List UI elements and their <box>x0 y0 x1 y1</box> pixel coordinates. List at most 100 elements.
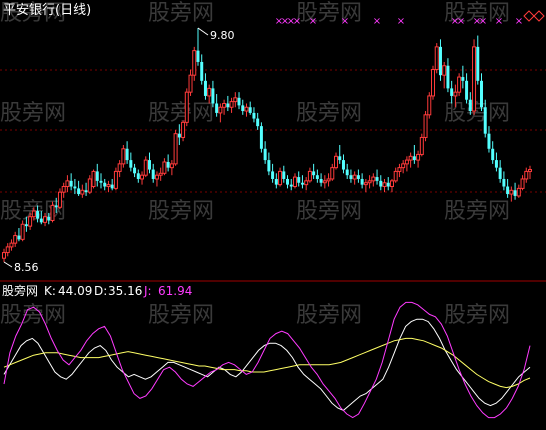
candle-body-down <box>259 126 263 149</box>
signal-marker: × <box>293 16 301 27</box>
signal-marker: × <box>495 16 503 27</box>
candle-body-up <box>2 252 6 259</box>
candle-body-down <box>129 160 133 168</box>
candle-body-up <box>13 235 18 244</box>
signal-marker: × <box>309 16 317 27</box>
signal-marker: × <box>373 16 381 27</box>
candle-body-down <box>103 182 107 187</box>
candle-body-up <box>416 153 421 161</box>
candle-body-up <box>31 210 36 218</box>
candle-body-down <box>412 156 416 161</box>
candle-body-down <box>95 171 99 181</box>
candle-body-up <box>434 46 439 71</box>
candle-body-down <box>237 97 241 106</box>
candle-body-up <box>9 242 14 248</box>
candle-body-up <box>472 46 477 112</box>
candle-body-up <box>233 97 238 103</box>
candle-body-down <box>196 50 200 62</box>
low-price-label: 8.56 <box>14 261 39 274</box>
candle-body-up <box>143 159 148 176</box>
candle-body-up <box>154 174 159 180</box>
candle-body-down <box>125 148 129 161</box>
candle-body-down <box>274 178 278 185</box>
candle-body-up <box>140 174 145 180</box>
candle-body-up <box>292 176 297 188</box>
candle-body-up <box>43 216 48 223</box>
candle-body-up <box>278 170 283 186</box>
watermark-text: 股旁网 <box>444 101 510 126</box>
candle-body-down <box>267 160 271 172</box>
candle-body-up <box>516 187 521 197</box>
candle-body-down <box>252 112 256 119</box>
candle-body-up <box>528 169 532 172</box>
candle-body-down <box>203 80 207 96</box>
signal-marker: × <box>397 16 405 27</box>
candle-body-up <box>80 189 85 195</box>
candle-body-down <box>286 178 290 185</box>
candle-body-down <box>450 88 454 96</box>
candle-body-down <box>151 169 155 179</box>
candle-body-down <box>263 148 267 161</box>
candle-body-up <box>401 163 406 169</box>
candle-body-up <box>173 133 178 165</box>
candle-body-up <box>121 148 126 165</box>
candle-body-down <box>341 160 345 170</box>
candle-body-down <box>282 171 286 179</box>
candle-body-up <box>509 189 514 195</box>
candle-body-up <box>330 167 335 180</box>
candle-body-down <box>133 167 137 174</box>
candle-body-up <box>28 216 33 227</box>
candle-body-down <box>375 177 379 181</box>
candle-body-down <box>297 177 301 183</box>
candle-body-up <box>397 167 402 172</box>
candle-body-down <box>461 77 465 81</box>
candle-body-up <box>334 155 339 169</box>
candle-body-up <box>427 95 432 116</box>
candle-body-up <box>158 172 163 176</box>
candle-body-down <box>99 180 103 183</box>
chart-canvas: 股旁网 股旁网 股旁网 股旁网股旁网 股旁网 股旁网 股旁网股旁网 股旁网 股旁网股旁网 股旁网股… <box>0 0 546 426</box>
candle-body-down <box>465 80 469 100</box>
candle-body-up <box>91 170 96 188</box>
high-price-label: 9.80 <box>210 29 235 42</box>
candle-body-up <box>520 178 525 189</box>
candle-body-up <box>162 161 167 174</box>
candle-body-up <box>87 178 92 193</box>
candle-body-down <box>215 103 219 113</box>
candle-body-up <box>207 87 212 97</box>
kdj-k-value: 44.09 <box>58 284 93 298</box>
kdj-panel-name: 股旁网 <box>2 284 39 298</box>
candle-body-up <box>117 163 122 172</box>
candle-body-up <box>326 178 331 182</box>
candle-body-down <box>379 180 383 187</box>
candle-body-down <box>211 88 215 104</box>
candle-body-up <box>322 180 327 184</box>
candle-body-down <box>241 105 245 112</box>
candle-body-up <box>229 101 234 108</box>
candle-body-down <box>73 186 77 189</box>
candle-body-up <box>442 65 447 76</box>
watermark-text: 股旁网 <box>148 101 214 126</box>
candle-body-down <box>513 190 517 196</box>
candle-body-down <box>476 46 480 81</box>
watermark-text: 股旁网 <box>148 199 214 224</box>
candle-body-down <box>77 188 81 195</box>
candle-body-up <box>524 170 529 180</box>
candle-body-down <box>300 182 304 185</box>
candle-body-down <box>438 46 442 76</box>
candle-body-down <box>69 180 73 187</box>
candle-body-up <box>57 191 62 208</box>
candle-body-down <box>256 118 260 127</box>
candle-body-down <box>39 218 43 223</box>
candle-body-up <box>393 170 398 182</box>
watermark-text: 股旁网 <box>0 101 66 126</box>
candle-body-up <box>184 91 189 123</box>
candle-body-up <box>61 186 66 193</box>
candle-body-down <box>360 178 364 185</box>
signal-marker: × <box>341 16 349 27</box>
candle-body-down <box>47 216 51 221</box>
candle-body-up <box>457 76 462 93</box>
signal-marker: × <box>515 16 523 27</box>
watermark-text: 股旁网 <box>296 101 362 126</box>
candle-body-down <box>17 235 21 240</box>
